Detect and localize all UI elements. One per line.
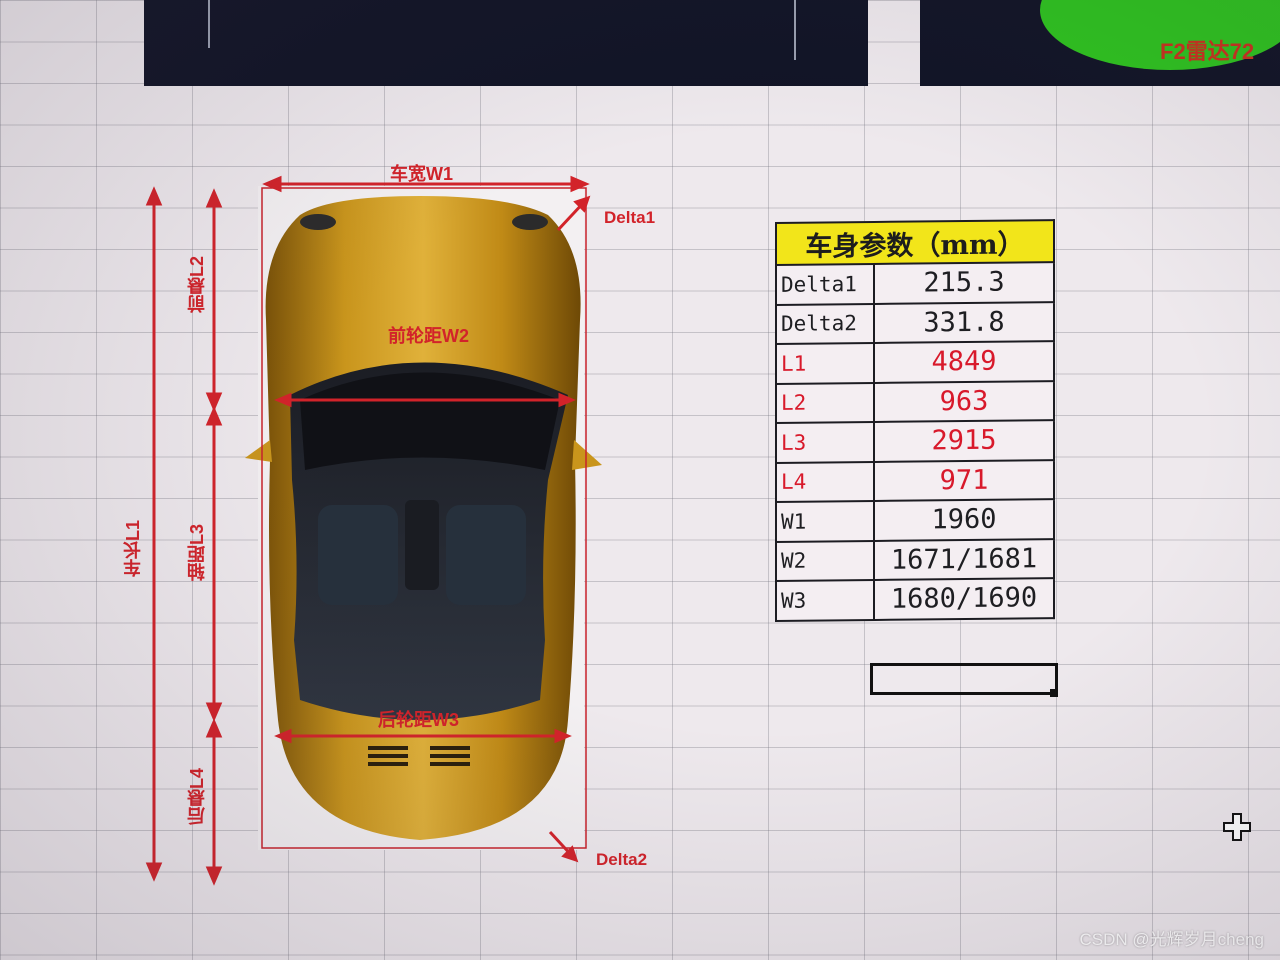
delta2-label: Delta2	[596, 850, 648, 869]
mirror-right	[572, 440, 602, 470]
watermark: CSDN @光辉岁月cheng	[1079, 930, 1264, 949]
center-console	[405, 500, 439, 590]
move-cross-icon	[1223, 813, 1251, 841]
param-value-cell[interactable]: 1680/1690	[874, 578, 1054, 620]
param-name-cell[interactable]: W3	[776, 579, 874, 621]
param-name-cell[interactable]: W1	[776, 500, 874, 542]
param-name-cell[interactable]: Delta2	[776, 303, 874, 344]
param-value-cell[interactable]: 963	[874, 380, 1054, 422]
table-row: L1 4849	[776, 341, 1054, 384]
table-row: Delta2 331.8	[776, 301, 1054, 344]
delta1-label: Delta1	[604, 208, 656, 227]
selected-cell[interactable]	[870, 663, 1058, 695]
param-value-cell[interactable]: 331.8	[874, 301, 1054, 343]
table-row: L3 2915	[776, 420, 1054, 463]
table-header[interactable]: 车身参数（mm）	[776, 220, 1054, 265]
dashboard	[300, 372, 560, 470]
param-value-cell[interactable]: 1960	[874, 499, 1054, 541]
param-name-cell[interactable]: L2	[776, 382, 874, 423]
width-label: 车宽W1	[390, 164, 453, 184]
headlight-left	[300, 214, 336, 230]
table-row: W2 1671/1681	[776, 538, 1054, 581]
param-value-cell[interactable]: 215.3	[874, 262, 1054, 304]
param-value-cell[interactable]: 2915	[874, 420, 1054, 462]
mirror-left	[245, 440, 272, 462]
param-name-cell[interactable]: L1	[776, 342, 874, 384]
param-name-cell[interactable]: L4	[776, 461, 874, 502]
table-row: L2 963	[776, 380, 1054, 423]
param-name-cell[interactable]: Delta1	[776, 263, 874, 305]
table-row: W1 1960	[776, 499, 1054, 542]
param-name-cell[interactable]: W2	[776, 540, 874, 581]
seat-left	[318, 505, 398, 605]
param-name-cell[interactable]: L3	[776, 421, 874, 463]
table-row: W3 1680/1690	[776, 578, 1054, 621]
rear-track-label: 后轮距W3	[378, 710, 459, 730]
wheelbase-label: 轴距L3	[187, 524, 207, 582]
param-value-cell[interactable]: 1671/1681	[874, 538, 1054, 580]
param-value-cell[interactable]: 971	[874, 459, 1054, 501]
headlight-right	[512, 214, 548, 230]
body-params-table: 车身参数（mm） Delta1 215.3 Delta2 331.8 L1 4849 L2 9…	[775, 219, 1055, 622]
table-row: Delta1 215.3	[776, 262, 1054, 305]
table-row: L4 971	[776, 459, 1054, 502]
length-label: 车长L1	[123, 520, 143, 578]
seat-right	[446, 505, 526, 605]
rear-overhang-label: 后悬L4	[187, 768, 207, 826]
front-track-label: 前轮距W2	[388, 326, 469, 346]
param-value-cell[interactable]: 4849	[874, 341, 1054, 383]
fill-handle[interactable]	[1050, 689, 1058, 697]
front-overhang-label: 前悬L2	[187, 256, 207, 314]
